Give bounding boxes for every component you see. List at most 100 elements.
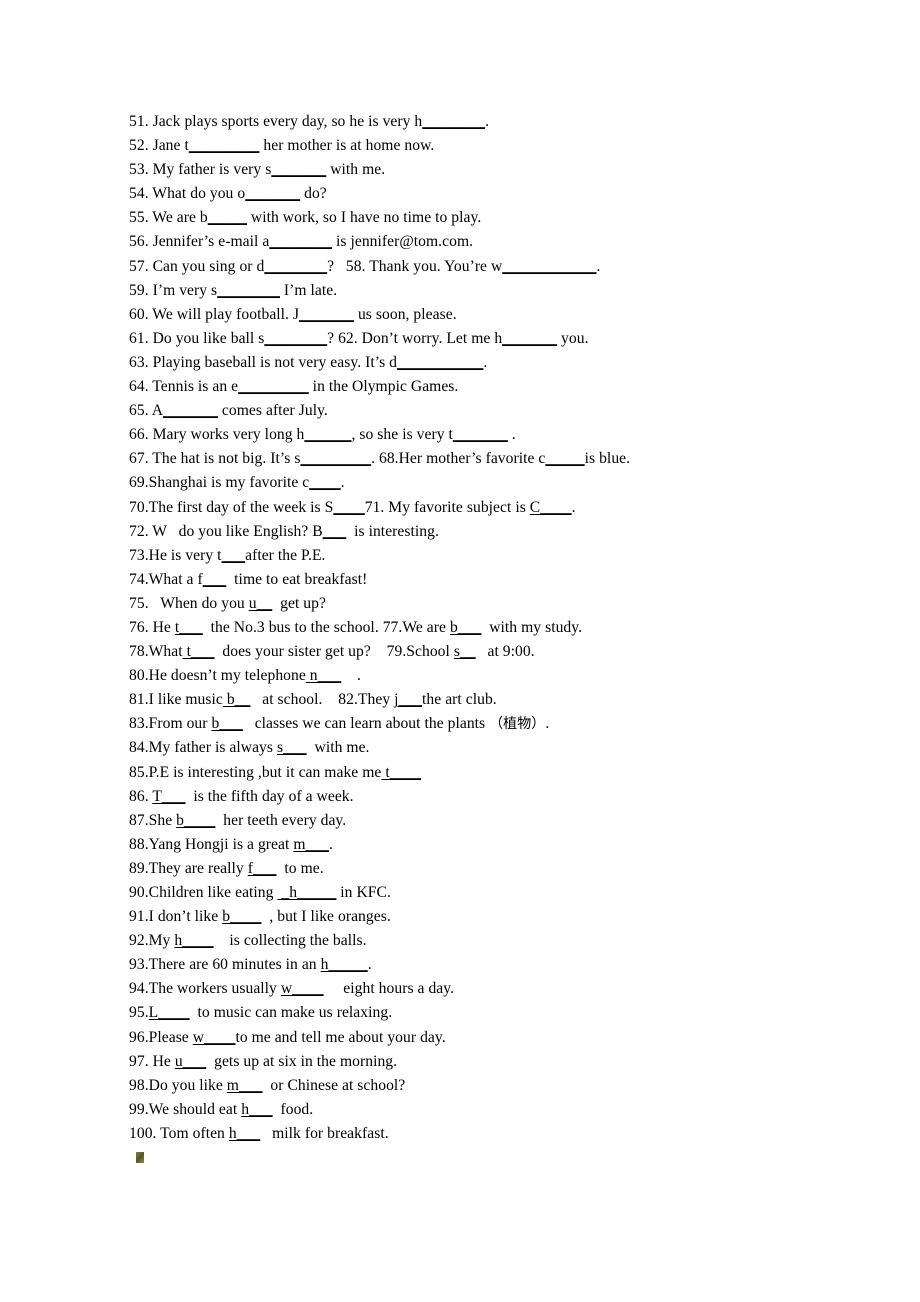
- document-page: 51. Jack plays sports every day, so he i…: [0, 0, 920, 1302]
- question-line: 67. The hat is not big. It’s s_________.…: [129, 447, 829, 471]
- question-text: 95.: [129, 1004, 149, 1022]
- question-text-tail: gets up at six in the morning.: [206, 1052, 398, 1070]
- answer-blank: _________: [300, 450, 372, 468]
- question-text: 74.What a f: [129, 570, 203, 588]
- question-text: 81.I like music: [129, 691, 223, 709]
- question-line: 96.Please w____to me and tell me about y…: [129, 1026, 829, 1050]
- question-text-tail: to music can make us relaxing.: [189, 1004, 393, 1022]
- question-text-tail: ? 62. Don’t worry. Let me h: [327, 329, 503, 347]
- question-line: 83.From our b___ classes we can learn ab…: [129, 712, 829, 736]
- question-text: 99.We should eat: [129, 1100, 242, 1118]
- question-text: 61. Do you like ball s: [129, 329, 265, 347]
- question-line: 93.There are 60 minutes in an h_____.: [129, 953, 829, 977]
- answer-blank: h___: [228, 1124, 261, 1142]
- question-text-tail-secondary: .: [545, 715, 550, 733]
- question-text-tail: .: [485, 113, 490, 130]
- question-line: 98.Do you like m___ or Chinese at school…: [129, 1074, 829, 1098]
- question-text-tail: 71. My favorite subject is: [364, 498, 530, 516]
- worksheet-body: 51. Jack plays sports every day, so he i…: [129, 110, 829, 1146]
- question-line: 73.He is very t___after the P.E.: [129, 544, 829, 568]
- answer-blank: t___: [182, 643, 215, 661]
- question-text: 96.Please: [129, 1028, 193, 1046]
- question-text: 97. He: [129, 1052, 175, 1070]
- question-text-tail: ? 58. Thank you. You’re w: [327, 257, 503, 275]
- question-text-tail-secondary: you.: [557, 329, 589, 347]
- question-text: 67. The hat is not big. It’s s: [129, 450, 301, 468]
- question-text: 92.My: [129, 932, 175, 950]
- answer-blank: t___: [174, 618, 203, 636]
- question-text-tail: with me.: [306, 739, 370, 757]
- answer-blank: h____: [174, 932, 214, 950]
- question-text: 90.Children like eating: [129, 884, 278, 901]
- question-line: 88.Yang Hongji is a great m___.: [129, 833, 829, 857]
- question-text-tail: is collecting the balls.: [213, 932, 367, 950]
- question-text: 76. He: [129, 618, 175, 636]
- question-text-tail: in the Olympic Games.: [308, 378, 459, 396]
- question-text-tail: is interesting.: [346, 522, 439, 540]
- question-line: 78.What t___ does your sister get up? 79…: [129, 640, 829, 664]
- answer-blank: t____: [381, 763, 422, 781]
- question-line: 99.We should eat h___ food.: [129, 1098, 829, 1122]
- question-line: 89.They are really f___ to me.: [129, 857, 829, 881]
- answer-blank-secondary: C____: [529, 498, 572, 516]
- question-line: 92.My h____ is collecting the balls.: [129, 929, 829, 953]
- question-text-tail: does your sister get up? 79.School: [214, 643, 454, 661]
- answer-blank: ____: [309, 474, 341, 492]
- question-text: 78.What: [129, 643, 183, 661]
- question-line: 85.P.E is interesting ,but it can make m…: [129, 761, 829, 785]
- question-text: 98.Do you like: [129, 1076, 227, 1094]
- question-text: 83.From our: [129, 715, 212, 733]
- answer-blank: b____: [176, 811, 216, 829]
- question-text-tail-secondary: .: [507, 426, 516, 444]
- question-line: 86. T___ is the fifth day of a week.: [129, 785, 829, 809]
- question-text-tail-secondary: at 9:00.: [475, 643, 535, 661]
- answer-blank: L____: [148, 1004, 190, 1022]
- question-text-tail: eight hours a day.: [323, 980, 455, 998]
- question-line: 64. Tennis is an e_________ in the Olymp…: [129, 375, 829, 399]
- answer-blank: ________: [264, 257, 328, 275]
- answer-blank: ____: [333, 498, 365, 516]
- question-line: 74.What a f___ time to eat breakfast!: [129, 568, 829, 592]
- answer-blank-secondary: _______: [502, 329, 558, 347]
- answer-blank: _______: [163, 402, 218, 420]
- question-text-tail: at school. 82.They: [250, 691, 395, 709]
- question-line: 80.He doesn’t my telephone n___ .: [129, 664, 829, 688]
- question-text-tail: her mother is at home now.: [259, 137, 435, 155]
- question-line: 52. Jane t_________ her mother is at hom…: [129, 134, 829, 158]
- question-text: 94.The workers usually: [129, 980, 281, 998]
- answer-blank: ___: [202, 570, 227, 588]
- question-text: 65. A: [129, 402, 164, 420]
- answer-blank: b____: [222, 908, 262, 926]
- question-text-tail-secondary: .: [596, 257, 601, 275]
- answer-blank: n___: [305, 667, 342, 685]
- question-line: 55. We are b_____ with work, so I have n…: [129, 206, 829, 230]
- question-line: 51. Jack plays sports every day, so he i…: [129, 110, 829, 134]
- question-line: 76. He t___ the No.3 bus to the school. …: [129, 616, 829, 640]
- answer-blank: _________: [238, 378, 309, 396]
- question-text: 64. Tennis is an e: [129, 378, 239, 396]
- question-text-tail: . 68.Her mother’s favorite c: [371, 450, 546, 468]
- question-text: 89.They are really: [129, 859, 248, 877]
- answer-blank-secondary: s__: [453, 643, 476, 661]
- answer-blank-secondary: _______: [452, 426, 508, 444]
- question-text-tail-secondary: is blue.: [584, 450, 631, 468]
- question-line: 54. What do you o_______ do?: [129, 182, 829, 206]
- answer-blank: _______: [299, 305, 355, 323]
- answer-blank: f___: [247, 859, 277, 877]
- answer-blank: _________: [188, 137, 260, 155]
- question-line: 65. A_______ comes after July.: [129, 399, 829, 423]
- question-text: 60. We will play football. J: [129, 305, 300, 323]
- question-text: 69.Shanghai is my favorite c: [129, 474, 310, 492]
- question-text: 63. Playing baseball is not very easy. I…: [129, 353, 398, 371]
- broken-image-placeholder-icon: [136, 1152, 144, 1163]
- question-text-tail: do?: [300, 185, 327, 203]
- question-text-tail: .: [340, 474, 345, 492]
- answer-blank: b___: [211, 715, 243, 733]
- question-text-tail: with me.: [326, 161, 386, 179]
- question-line: 75. When do you u__ get up?: [129, 592, 829, 616]
- question-line: 56. Jennifer’s e-mail a________ is jenni…: [129, 230, 829, 254]
- question-text-tail-secondary: with my study.: [481, 618, 583, 636]
- answer-blank: ________: [217, 281, 280, 299]
- answer-blank: ______: [304, 426, 352, 444]
- question-text-tail: comes after July.: [217, 402, 328, 420]
